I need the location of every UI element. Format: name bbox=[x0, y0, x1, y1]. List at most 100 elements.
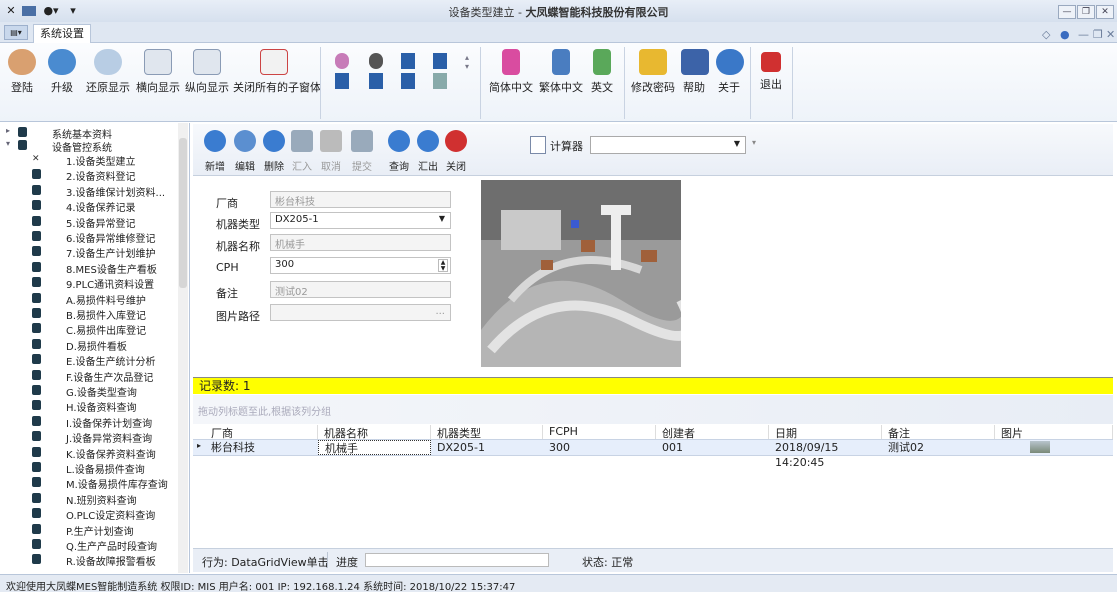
exit-button[interactable]: 退出 bbox=[758, 49, 784, 92]
close-all-child-windows-button[interactable]: 关闭所有的子窗体 bbox=[233, 49, 321, 95]
column-header[interactable]: 备注 bbox=[882, 425, 995, 440]
table-cell[interactable]: DX205-1 bbox=[431, 440, 543, 455]
tree-item[interactable]: B.易损件入库登记 bbox=[0, 307, 182, 322]
column-header[interactable]: 厂商 bbox=[205, 425, 318, 440]
tree-item[interactable]: A.易损件料号维护 bbox=[0, 292, 182, 307]
import-button[interactable]: 汇入 bbox=[286, 130, 318, 173]
minimize-button[interactable]: — bbox=[1058, 5, 1076, 19]
tree-node-equipment-control[interactable]: ▾ 设备管控系统 bbox=[0, 139, 182, 154]
tree-item[interactable]: 7.设备生产计划维护 bbox=[0, 245, 182, 260]
tree-item[interactable]: P.生产计划查询 bbox=[0, 523, 182, 538]
ribbon-help-icon[interactable]: ● bbox=[1060, 28, 1070, 41]
simplified-chinese-button[interactable]: 简体中文 bbox=[487, 49, 535, 95]
tree-scrollbar-thumb[interactable] bbox=[179, 138, 187, 288]
skin-icon[interactable] bbox=[369, 73, 383, 89]
machine-type-select[interactable]: DX205-1 ▼ bbox=[270, 212, 451, 229]
vendor-field[interactable]: 彬台科技 bbox=[270, 191, 451, 208]
tree-item[interactable]: G.设备类型查询 bbox=[0, 384, 182, 399]
table-cell[interactable]: 测试02 bbox=[882, 440, 995, 455]
table-cell[interactable]: 彬台科技 bbox=[205, 440, 318, 455]
tree-item[interactable]: 3.设备维保计划资料... bbox=[0, 184, 182, 199]
table-cell[interactable]: 001 bbox=[656, 440, 769, 455]
help-button[interactable]: 帮助 bbox=[681, 49, 709, 95]
expand-icon[interactable]: ▸ bbox=[6, 126, 10, 135]
query-button[interactable]: 查询 bbox=[383, 130, 415, 173]
column-header[interactable]: 创建者 bbox=[656, 425, 769, 440]
group-by-panel[interactable]: 拖动列标题至此,根据该列分组 bbox=[193, 395, 1113, 424]
close-window-button[interactable]: ✕ bbox=[1096, 5, 1114, 19]
tree-item[interactable]: I.设备保养计划查询 bbox=[0, 415, 182, 430]
tree-item[interactable]: 6.设备异常维修登记 bbox=[0, 230, 182, 245]
ribbon-collapse-icon[interactable]: ◇ bbox=[1042, 28, 1050, 41]
tree-item[interactable]: 5.设备异常登记 bbox=[0, 215, 182, 230]
restore-display-button[interactable]: 还原显示 bbox=[84, 49, 132, 95]
restore-button[interactable]: ❐ bbox=[1077, 5, 1095, 19]
skin-icon[interactable] bbox=[401, 53, 415, 69]
machine-name-field[interactable]: 机械手 bbox=[270, 234, 451, 251]
skin-icon[interactable] bbox=[433, 53, 447, 69]
column-header[interactable]: FCPH bbox=[543, 425, 656, 439]
skin-icon[interactable] bbox=[335, 53, 349, 69]
tree-item[interactable]: 9.PLC通讯资料设置 bbox=[0, 276, 182, 291]
skin-icon[interactable] bbox=[433, 73, 447, 89]
tree-node-basic-data[interactable]: ▸ 系统基本资料 bbox=[0, 126, 182, 141]
skin-icon[interactable] bbox=[401, 73, 415, 89]
traditional-chinese-button[interactable]: 繁体中文 bbox=[537, 49, 585, 95]
spin-arrows-icon[interactable]: ▲ ▼ bbox=[438, 259, 448, 272]
cancel-button[interactable]: 取消 bbox=[315, 130, 347, 173]
tab-system-settings[interactable]: 系统设置 bbox=[33, 24, 91, 43]
tree-item[interactable]: O.PLC设定资料查询 bbox=[0, 507, 182, 522]
close-button[interactable]: 关闭 bbox=[440, 130, 472, 173]
add-button[interactable]: 新增 bbox=[199, 130, 231, 173]
table-cell[interactable]: 300 bbox=[543, 440, 656, 455]
table-cell[interactable]: 2018/09/15 14:20:45 bbox=[769, 440, 882, 469]
image-path-field[interactable]: ... bbox=[270, 304, 451, 321]
horizontal-display-button[interactable]: 横向显示 bbox=[134, 49, 182, 95]
column-header[interactable]: 日期 bbox=[769, 425, 882, 440]
mdi-close-button[interactable]: ✕ bbox=[1106, 28, 1115, 41]
skin-icon[interactable] bbox=[369, 53, 383, 69]
edit-button[interactable]: 编辑 bbox=[229, 130, 261, 173]
tree-item[interactable]: 2.设备资料登记 bbox=[0, 168, 182, 183]
english-button[interactable]: 英文 bbox=[587, 49, 617, 95]
skin-gallery[interactable]: ▴ ▾ bbox=[327, 49, 475, 89]
tree-item[interactable]: M.设备易损件库存查询 bbox=[0, 476, 182, 491]
tree-item[interactable]: 4.设备保养记录 bbox=[0, 199, 182, 214]
tree-item[interactable]: N.班别资料查询 bbox=[0, 492, 182, 507]
tree-item[interactable]: R.设备故障报警看板 bbox=[0, 553, 182, 568]
tree-item[interactable]: 8.MES设备生产看板 bbox=[0, 261, 182, 276]
app-menu-button[interactable]: ▤▾ bbox=[4, 25, 28, 40]
tree-item[interactable]: K.设备保养资料查询 bbox=[0, 446, 182, 461]
about-button[interactable]: 关于 bbox=[716, 49, 744, 95]
calculator-dropdown[interactable]: ▼ bbox=[590, 136, 746, 154]
browse-button[interactable]: ... bbox=[435, 306, 445, 317]
tree-item[interactable]: ✕ 1.设备类型建立 bbox=[0, 153, 182, 168]
tree-item[interactable]: F.设备生产次品登记 bbox=[0, 369, 182, 384]
thumbnail-image[interactable] bbox=[1030, 441, 1050, 453]
skin-icon[interactable] bbox=[335, 73, 349, 89]
change-password-button[interactable]: 修改密码 bbox=[629, 49, 677, 95]
tree-item[interactable]: L.设备易损件查询 bbox=[0, 461, 182, 476]
tree-item[interactable]: D.易损件看板 bbox=[0, 338, 182, 353]
tree-item[interactable]: E.设备生产统计分析 bbox=[0, 353, 182, 368]
upgrade-button[interactable]: 升级 bbox=[48, 49, 76, 95]
gallery-scroll-icon[interactable]: ▴ ▾ bbox=[465, 53, 469, 71]
login-button[interactable]: 登陆 bbox=[6, 49, 38, 95]
tree-item[interactable]: C.易损件出库登记 bbox=[0, 322, 182, 337]
remark-field[interactable]: 测试02 bbox=[270, 281, 451, 298]
column-header[interactable]: 图片 bbox=[995, 425, 1113, 440]
toolbar-overflow-icon[interactable]: ▾ bbox=[752, 138, 756, 147]
column-header[interactable]: 机器名称 bbox=[318, 425, 431, 440]
submit-button[interactable]: 提交 bbox=[346, 130, 378, 173]
mdi-minimize-button[interactable]: — bbox=[1078, 28, 1089, 41]
mdi-restore-button[interactable]: ❐ bbox=[1093, 28, 1103, 41]
table-cell[interactable]: 机械手 bbox=[318, 440, 431, 455]
collapse-icon[interactable]: ▾ bbox=[6, 139, 10, 148]
tree-item[interactable]: Q.生产产品时段查询 bbox=[0, 538, 182, 553]
tree-item[interactable]: H.设备资料查询 bbox=[0, 399, 182, 414]
cph-stepper[interactable]: 300 ▲ ▼ bbox=[270, 257, 451, 274]
tree-item-label: 5.设备异常登记 bbox=[66, 218, 136, 230]
tree-item[interactable]: J.设备异常资料查询 bbox=[0, 430, 182, 445]
column-header[interactable]: 机器类型 bbox=[431, 425, 543, 440]
vertical-display-button[interactable]: 纵向显示 bbox=[183, 49, 231, 95]
